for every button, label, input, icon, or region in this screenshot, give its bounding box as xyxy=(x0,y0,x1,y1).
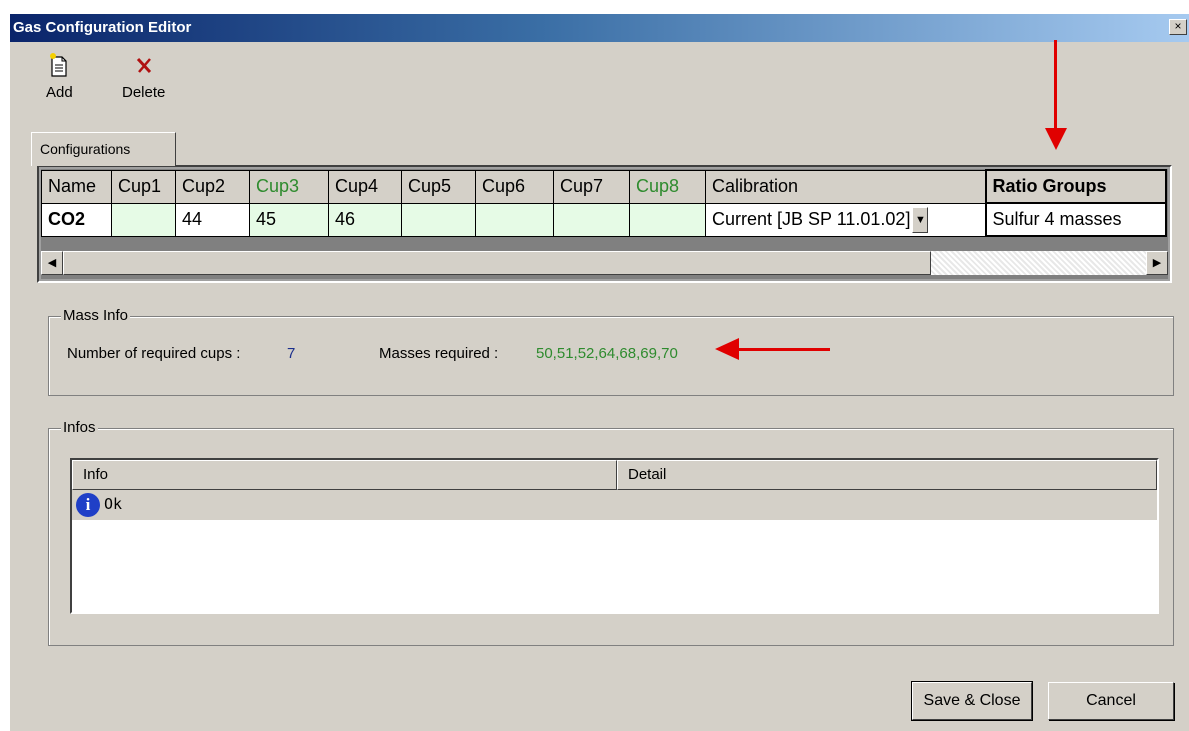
column-header-detail[interactable]: Detail xyxy=(617,460,1157,490)
header-cup8[interactable]: Cup8 xyxy=(629,169,706,204)
annotation-arrow-horizontal xyxy=(730,348,830,351)
chevron-down-icon[interactable]: ▼ xyxy=(912,206,929,233)
column-header-info[interactable]: Info xyxy=(72,460,617,490)
cancel-button[interactable]: Cancel xyxy=(1048,682,1174,720)
delete-label: Delete xyxy=(122,84,166,101)
cell-cup7[interactable] xyxy=(553,202,630,237)
window-title: Gas Configuration Editor xyxy=(13,19,192,36)
header-cup5[interactable]: Cup5 xyxy=(401,169,476,204)
close-button[interactable]: × xyxy=(1169,19,1187,35)
add-label: Add xyxy=(46,84,73,101)
header-name[interactable]: Name xyxy=(41,169,112,204)
delete-x-icon xyxy=(122,52,165,84)
close-icon: × xyxy=(1174,19,1182,33)
cell-name[interactable]: CO2 xyxy=(41,202,112,237)
cell-cup2[interactable]: 44 xyxy=(175,202,250,237)
infos-list[interactable]: Info Detail i Ok xyxy=(70,458,1159,614)
required-cups-value: 7 xyxy=(287,345,296,362)
masses-required-value: 50,51,52,64,68,69,70 xyxy=(536,345,678,362)
tab-configurations[interactable]: Configurations xyxy=(31,132,176,166)
scroll-right-icon[interactable]: ▶ xyxy=(1146,251,1168,275)
required-cups-label: Number of required cups : xyxy=(67,345,241,362)
header-cup6[interactable]: Cup6 xyxy=(475,169,554,204)
cell-cup6[interactable] xyxy=(475,202,554,237)
annotation-arrowhead-left xyxy=(715,338,739,360)
cell-cup5[interactable] xyxy=(401,202,476,237)
list-item[interactable]: i Ok xyxy=(72,490,1157,520)
calibration-dropdown[interactable]: Current [JB SP 11.01.02] ▼ xyxy=(705,202,986,237)
gas-configuration-editor-window: Gas Configuration Editor × Add Delete Co… xyxy=(10,14,1189,731)
add-button[interactable]: Add xyxy=(46,52,73,101)
header-cup4[interactable]: Cup4 xyxy=(328,169,402,204)
header-cup2[interactable]: Cup2 xyxy=(175,169,250,204)
infos-legend: Infos xyxy=(61,419,98,436)
title-bar: Gas Configuration Editor × xyxy=(10,14,1189,42)
mass-info-legend: Mass Info xyxy=(61,307,131,324)
header-cup3[interactable]: Cup3 xyxy=(249,169,329,204)
add-document-icon xyxy=(46,52,73,84)
info-icon: i xyxy=(76,493,100,517)
cell-cup4[interactable]: 46 xyxy=(328,202,402,237)
annotation-arrowhead-down xyxy=(1045,128,1067,150)
cell-cup8[interactable] xyxy=(629,202,706,237)
cell-ratio-group[interactable]: Sulfur 4 masses xyxy=(984,202,1167,237)
masses-required-label: Masses required : xyxy=(379,345,499,362)
horizontal-scrollbar[interactable]: ◀ ▶ xyxy=(41,251,1168,275)
configurations-grid: Name Cup1 Cup2 Cup3 Cup4 Cup5 Cup6 Cup7 … xyxy=(37,165,1172,283)
header-cup7[interactable]: Cup7 xyxy=(553,169,630,204)
scroll-left-icon[interactable]: ◀ xyxy=(41,251,63,275)
annotation-arrow-vertical xyxy=(1054,40,1057,140)
save-and-close-button[interactable]: Save & Close xyxy=(911,681,1033,721)
cell-cup1[interactable] xyxy=(111,202,176,237)
mass-info-group: Mass Info Number of required cups : 7 Ma… xyxy=(48,307,1174,396)
header-cup1[interactable]: Cup1 xyxy=(111,169,176,204)
calibration-value: Current [JB SP 11.01.02] xyxy=(712,208,911,229)
header-calibration[interactable]: Calibration xyxy=(705,169,986,204)
scroll-thumb[interactable] xyxy=(63,251,931,275)
header-ratio-groups[interactable]: Ratio Groups xyxy=(984,169,1167,204)
info-text: Ok xyxy=(104,495,123,513)
delete-button[interactable]: Delete xyxy=(122,52,165,101)
cell-cup3[interactable]: 45 xyxy=(249,202,329,237)
